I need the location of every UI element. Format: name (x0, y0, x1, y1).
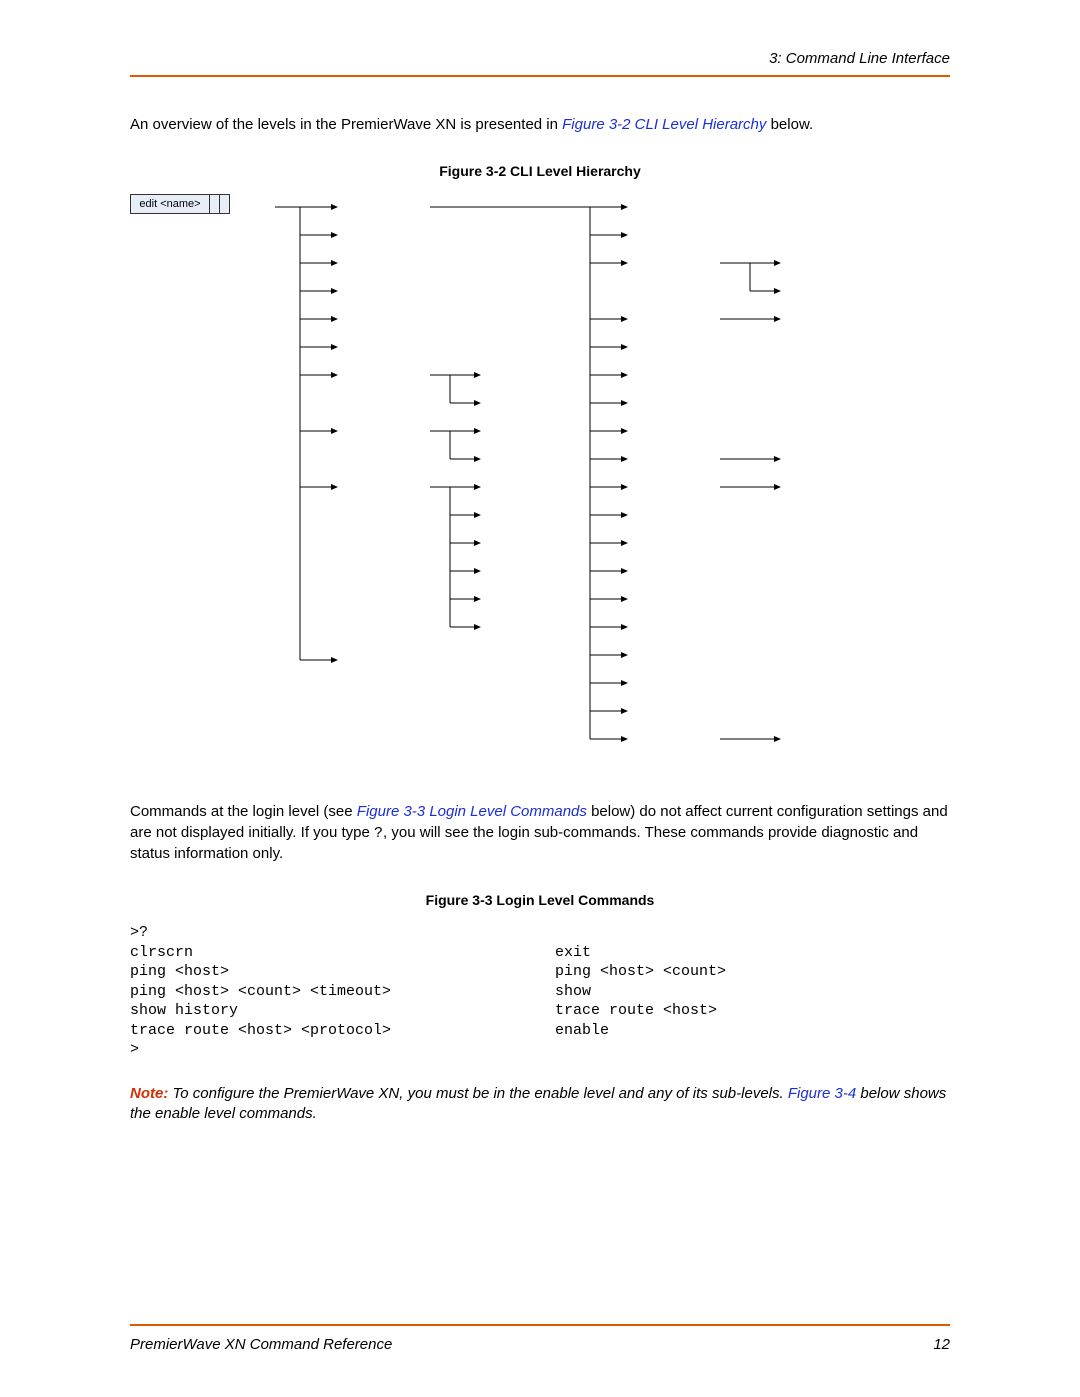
cli-hierarchy-diagram: (login) enable configure device dns emai… (130, 194, 960, 774)
cmd-trace-route-host: trace route <host> (555, 1001, 950, 1021)
figure-3-2-link[interactable]: Figure 3-2 CLI Level Hierarchy (562, 116, 766, 133)
figure-3-2-caption: Figure 3-2 CLI Level Hierarchy (130, 163, 950, 179)
cmd-show-history: show history (130, 1001, 525, 1021)
cmd-ping-host-count: ping <host> <count> (555, 962, 950, 982)
login-level-commands: >? clrscrnexit ping <host>ping <host> <c… (130, 923, 950, 1060)
para2-t1: Commands at the login level (see (130, 803, 357, 820)
note-t1: To configure the PremierWave XN, you mus… (168, 1085, 788, 1102)
figure-3-3-caption: Figure 3-3 Login Level Commands (130, 892, 950, 908)
diagram-connectors (130, 194, 960, 774)
note-label: Note: (130, 1085, 168, 1102)
para2-q: ? (374, 825, 383, 842)
figure-3-4-link[interactable]: Figure 3-4 (788, 1085, 856, 1102)
figure-3-3-link[interactable]: Figure 3-3 Login Level Commands (357, 803, 587, 820)
cmd-enable: enable (555, 1021, 950, 1041)
cmd-ping-host-count-timeout: ping <host> <count> <timeout> (130, 982, 525, 1002)
section-header: 3: Command Line Interface (130, 50, 950, 67)
intro-text-before: An overview of the levels in the Premier… (130, 116, 562, 133)
cmd-clrscrn: clrscrn (130, 943, 525, 963)
cmd-exit: exit (555, 943, 950, 963)
cmd-trace-route-host-protocol: trace route <host> <protocol> (130, 1021, 525, 1041)
footer-rule (130, 1324, 950, 1326)
note-paragraph: Note: To configure the PremierWave XN, y… (130, 1084, 950, 1125)
para-login-level: Commands at the login level (see Figure … (130, 802, 950, 864)
page-footer: PremierWave XN Command Reference 12 (130, 1324, 950, 1353)
intro-text-after: below. (771, 116, 814, 133)
cmd-show: show (555, 982, 950, 1002)
intro-paragraph: An overview of the levels in the Premier… (130, 115, 950, 135)
cmd-prompt-end: > (130, 1040, 950, 1060)
cmd-ping-host: ping <host> (130, 962, 525, 982)
cmd-prompt: >? (130, 923, 950, 943)
header-rule (130, 75, 950, 77)
footer-title: PremierWave XN Command Reference (130, 1336, 392, 1353)
footer-page-number: 12 (933, 1336, 950, 1353)
node-edit-name: edit <name> (130, 194, 210, 214)
